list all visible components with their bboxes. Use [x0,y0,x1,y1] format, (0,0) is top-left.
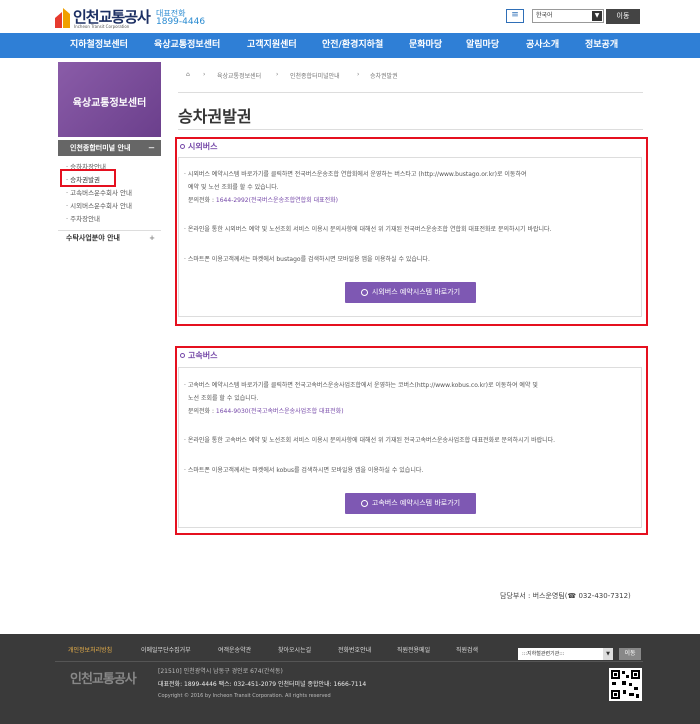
phone-value: 1644-9030(전국고속버스운송사업조합 대표전화) [215,408,344,415]
language-select[interactable]: 한국어 ▼ [532,9,604,23]
clock-icon [360,288,368,296]
footer-link-terms[interactable]: 여객운송약관 [218,645,251,654]
gnb-item-safety[interactable]: 안전/환경지하철 [322,33,383,58]
express-title-text: 고속버스 [188,351,218,360]
related-org-go-button[interactable]: 이동 [619,648,641,660]
chevron-down-icon: ▼ [592,11,602,21]
sidebar-banner-title: 육상교통정보센터 [72,98,147,109]
sidebar-banner: 육상교통정보센터 [58,62,161,137]
footer-link-staff-search[interactable]: 직원검색 [456,645,478,654]
rep-phone-number: 1899-4446 [156,17,206,27]
breadcrumb-sep-icon: › [276,71,279,78]
gnb-item-subway[interactable]: 지하철정보센터 [70,33,128,58]
divider [178,92,643,93]
express-reserve-button[interactable]: 고속버스 예약시스템 바로가기 [345,493,476,514]
gnb-item-about[interactable]: 공사소개 [526,33,559,58]
sidebar-section-label: 인천종합터미널 안내 [70,144,131,152]
circle-bullet-icon [180,144,185,149]
intercity-section-title: 시외버스 [180,141,217,152]
collapse-icon[interactable]: － [148,140,155,156]
intercity-phone: 문의전화 : 1644-2992(전국버스운송조합연합회 대표전화) [188,195,338,204]
footer-phone: 대표전화: 1899-4446 팩스: 032-451-2079 인천터미널 종… [158,681,367,688]
sidebar-item-express-company[interactable]: · 고속버스운수회사 안내 [66,187,132,197]
footer-link-email[interactable]: 이메일무단수집거부 [141,645,191,654]
express-desc-line: · 스마트폰 이용고객께서는 마켓에서 kobus를 검색하시면 모바일용 앱을… [184,467,424,474]
phone-label: 문의전화 : [188,408,216,415]
clock-icon [360,499,368,507]
footer-logo: 인천교통공사 [70,672,137,687]
home-icon[interactable]: ⌂ [186,71,190,78]
breadcrumb-item[interactable]: 육상교통정보센터 [217,71,261,80]
express-phone: 문의전화 : 1644-9030(전국고속버스운송사업조합 대표전화) [188,406,344,415]
divider [178,129,643,130]
footer-link-staff-mail[interactable]: 직원전용메일 [397,645,430,654]
breadcrumb-sep-icon: › [203,71,206,78]
gnb-item-notice[interactable]: 알림마당 [466,33,499,58]
gnb-item-culture[interactable]: 문화마당 [409,33,442,58]
sidebar-item-parking[interactable]: · 주차장안내 [66,213,100,223]
express-desc-line: 노선 조회를 할 수 있습니다. [188,395,259,402]
intercity-desc-line: · 시외버스 예약시스템 바로가기를 클릭하면 전국버스운송조합 연합회에서 운… [184,171,527,178]
intercity-reserve-button[interactable]: 시외버스 예약시스템 바로가기 [345,282,476,303]
footer-copyright: Copyright © 2016 by Incheon Transit Corp… [158,693,331,699]
breadcrumb-current: 승차권발권 [370,73,398,80]
menu-icon[interactable]: ≡ [506,9,524,23]
language-go-button[interactable]: 이동 [606,9,640,24]
expand-icon[interactable]: + [149,231,155,245]
phone-label: 문의전화 : [188,197,216,204]
divider [55,661,643,662]
express-desc-line: · 고속버스 예약시스템 바로가기를 클릭하면 전국고속버스운송사업조합에서 운… [184,382,538,389]
intercity-desc-line: 예약 및 노선 조회를 할 수 있습니다. [188,184,279,191]
intercity-reserve-label: 시외버스 예약시스템 바로가기 [371,288,461,296]
breadcrumb-sep-icon: › [357,71,360,78]
express-desc-line: · 온라인을 통한 고속버스 예약 및 노선조회 서비스 이용시 문의사항에 대… [184,437,556,444]
sidebar-section-head[interactable]: 인천종합터미널 안내 － [58,140,161,156]
page-title: 승차권발권 [178,107,252,126]
express-reserve-label: 고속버스 예약시스템 바로가기 [371,499,461,507]
logo-subtitle: Incheon Transit Corporation [74,24,130,29]
footer-address: [21510] 인천광역시 남동구 경인로 674(간석동) [158,668,283,675]
intercity-desc-line: · 온라인을 통한 시외버스 예약 및 노선조회 서비스 이용시 문의사항에 대… [184,226,552,233]
gnb-item-disclosure[interactable]: 정보공개 [585,33,618,58]
express-section-title: 고속버스 [180,350,217,361]
gnb-item-land-traffic[interactable]: 육상교통정보센터 [154,33,220,58]
gnb-item-customer[interactable]: 고객지원센터 [247,33,297,58]
sidebar-item-contract[interactable]: 수탁사업분야 안내 + [58,230,161,244]
sidebar-item-intercity-company[interactable]: · 시외버스운수회사 안내 [66,200,132,210]
related-org-value: :::지하철관련기관::: [522,651,565,657]
footer-link-phone[interactable]: 전화번호안내 [338,645,371,654]
circle-bullet-icon [180,353,185,358]
footer-link-privacy[interactable]: 개인정보처리방침 [68,645,112,654]
language-value: 한국어 [536,12,553,19]
intercity-desc-line: · 스마트폰 이용고객께서는 마켓에서 bustago를 검색하시면 모바일용 … [184,256,430,263]
sidebar-item-contract-label: 수탁사업분야 안내 [66,234,120,242]
highlight-box-sidebar [60,169,116,187]
breadcrumb-item[interactable]: 인천종합터미널안내 [290,71,340,80]
related-org-select[interactable]: :::지하철관련기관::: ▼ [518,648,613,660]
qr-code-icon [609,668,642,701]
intercity-title-text: 시외버스 [188,142,218,151]
global-nav: 지하철정보센터 육상교통정보센터 고객지원센터 안전/환경지하철 문화마당 알림… [0,33,700,58]
chevron-down-icon: ▼ [603,648,613,660]
logo-mark-icon[interactable] [55,8,70,28]
footer-link-location[interactable]: 찾아오시는길 [278,645,311,654]
department-info: 담당부서 : 버스운영팀(☎ 032-430-7312) [500,592,631,600]
phone-value: 1644-2992(전국버스운송조합연합회 대표전화) [215,197,339,204]
